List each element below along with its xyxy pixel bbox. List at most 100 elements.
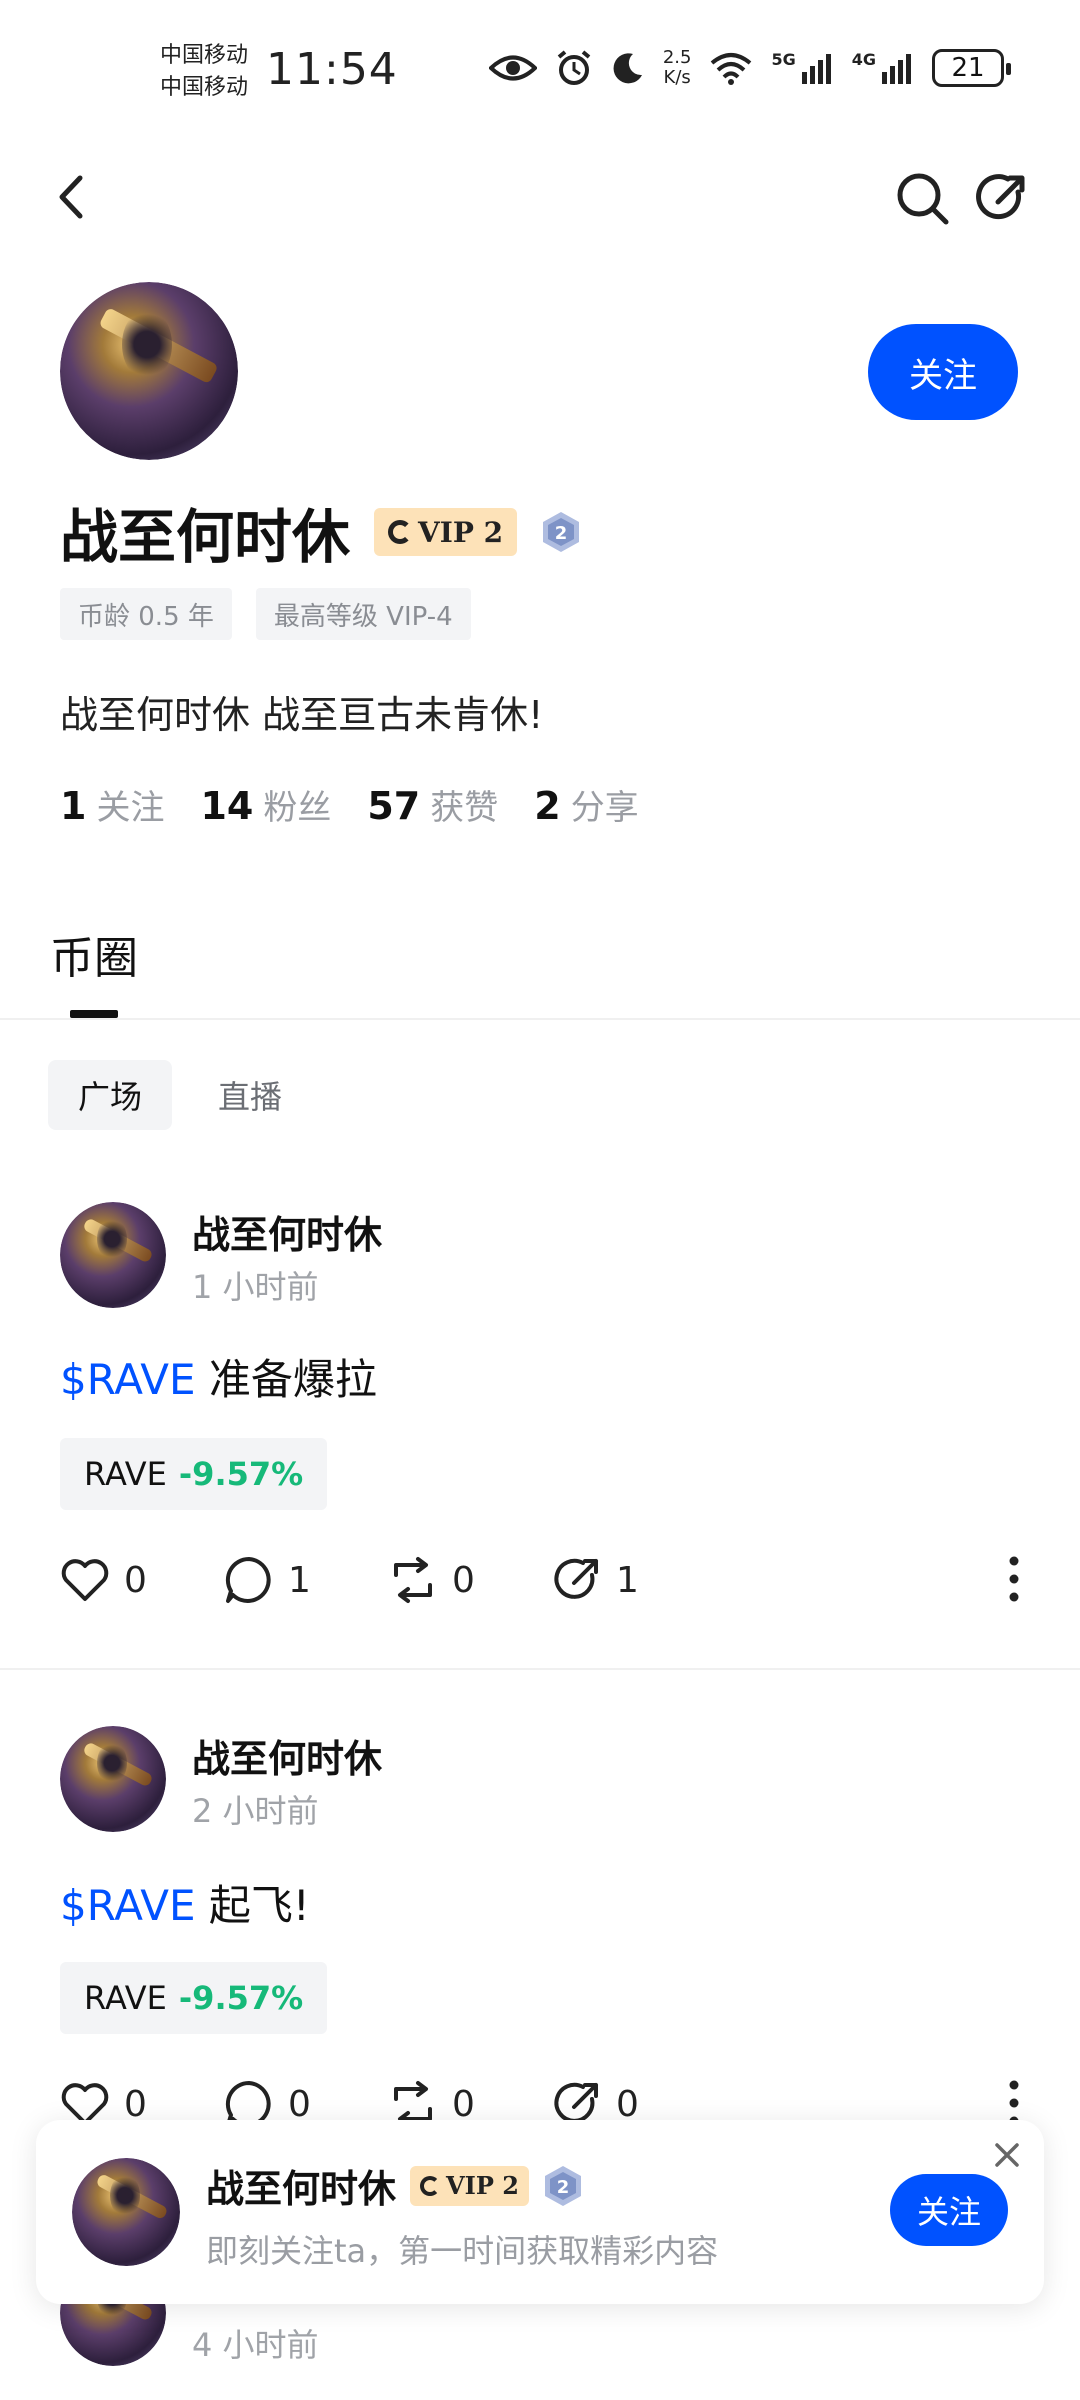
- signal-1-label: 5G: [771, 49, 796, 69]
- stat-number: 1: [60, 784, 87, 828]
- carrier-labels: 中国移动 中国移动: [160, 40, 248, 104]
- subtab-live[interactable]: 直播: [188, 1060, 312, 1130]
- follow-button[interactable]: 关注: [868, 324, 1018, 420]
- level-hexagon-icon: 2: [544, 2165, 581, 2206]
- back-arrow-icon[interactable]: [50, 170, 94, 224]
- tag-coin-age: 币龄 0.5 年: [60, 588, 232, 640]
- battery-icon: 21: [932, 49, 1011, 87]
- tab-divider: [0, 1018, 1080, 1020]
- svg-text:2: 2: [555, 523, 568, 544]
- level-hexagon-icon: 2: [543, 512, 580, 552]
- follow-prompt-subtitle: 即刻关注ta，第一时间获取精彩内容: [206, 2232, 719, 2270]
- profile-tags: 币龄 0.5 年 最高等级 VIP-4: [60, 588, 471, 640]
- comment-count: 0: [288, 2083, 311, 2125]
- heart-icon: [61, 1559, 109, 1601]
- follow-prompt-name-row: 战至何时休 VIP 2 2: [206, 2158, 583, 2213]
- follow-prompt-card: 战至何时休 VIP 2 2 即刻关注ta，第一时间获取精彩内容 关注: [36, 2120, 1044, 2304]
- ticker-change: -9.57%: [178, 1979, 304, 2017]
- stat-likes[interactable]: 57 获赞: [367, 780, 498, 829]
- like-count: 0: [124, 2083, 147, 2125]
- comment-count: 1: [288, 1559, 311, 1601]
- carrier-2: 中国移动: [160, 75, 249, 100]
- post-time: 1 小时前: [192, 1268, 319, 1306]
- avatar-image: [72, 2158, 180, 2266]
- share-icon[interactable]: [974, 170, 1030, 226]
- tab-coin-circle[interactable]: 币圈: [50, 922, 138, 986]
- net-speed-unit: K/s: [663, 67, 691, 88]
- subtabs: 广场 直播: [48, 1060, 312, 1130]
- ticker-symbol: RAVE: [84, 1979, 167, 2017]
- close-icon[interactable]: [992, 2140, 1022, 2170]
- post-time: 2 小时前: [192, 1792, 319, 1830]
- repost-count: 0: [452, 1559, 475, 1601]
- like-button[interactable]: 0: [60, 1557, 164, 1603]
- post-avatar[interactable]: [60, 1726, 166, 1832]
- vip-logo-icon: [420, 2175, 441, 2196]
- cashtag-link[interactable]: $RAVE: [60, 1355, 196, 1404]
- like-count: 0: [124, 1559, 147, 1601]
- ticker-symbol: RAVE: [84, 1455, 167, 1493]
- stat-number: 14: [200, 784, 254, 828]
- post-content[interactable]: $RAVE 起飞!: [60, 1872, 310, 1933]
- signal-2-label: 4G: [851, 49, 876, 69]
- carrier-1: 中国移动: [160, 43, 249, 68]
- post-actions: 0 1 0 1: [60, 1550, 1020, 1610]
- avatar-image: [60, 282, 238, 460]
- vip-label: VIP 2: [418, 515, 504, 549]
- cashtag-link[interactable]: $RAVE: [60, 1881, 196, 1930]
- vip-badge[interactable]: VIP 2: [374, 508, 518, 556]
- profile-name-row: 战至何时休 VIP 2 2: [60, 490, 581, 574]
- stat-shares[interactable]: 2 分享: [534, 780, 638, 829]
- post-avatar[interactable]: [60, 1202, 166, 1308]
- net-speed-value: 2.5: [662, 47, 692, 68]
- status-icons: 2.5 K/s 5G 4G 21: [488, 48, 1011, 88]
- follow-prompt-name: 战至何时休: [206, 2167, 397, 2211]
- net-speed: 2.5 K/s: [663, 48, 692, 88]
- eye-icon: [488, 55, 537, 81]
- stat-following[interactable]: 1 关注: [60, 780, 164, 829]
- post-divider: [0, 1668, 1080, 1670]
- clock: 11:54: [266, 44, 398, 95]
- moon-icon: [613, 53, 642, 84]
- share-icon: [554, 1558, 598, 1599]
- share-button[interactable]: 1: [552, 1555, 656, 1605]
- profile-avatar[interactable]: [60, 282, 238, 460]
- share-count: 1: [616, 1559, 639, 1601]
- ticker-chip[interactable]: RAVE -9.57%: [60, 1962, 328, 2034]
- repost-icon: [394, 1557, 432, 1603]
- ticker-change: -9.57%: [178, 1455, 304, 1493]
- level-badge: 2: [541, 510, 581, 554]
- signal-icon-2: [882, 54, 911, 84]
- svg-text:2: 2: [557, 2177, 570, 2198]
- post-card: 战至何时休 2 小时前 $RAVE 起飞! RAVE -9.57% 0 0 0 0: [0, 1726, 1080, 2127]
- post-content[interactable]: $RAVE 准备爆拉: [60, 1346, 377, 1407]
- vip-label: VIP 2: [446, 2171, 519, 2200]
- stat-label: 粉丝: [263, 788, 332, 828]
- stat-label: 获赞: [430, 788, 499, 828]
- stat-number: 57: [367, 784, 421, 828]
- comment-button[interactable]: 1: [224, 1555, 328, 1605]
- post-card: 战至何时休 1 小时前 $RAVE 准备爆拉 RAVE -9.57% 0 1 0 …: [0, 1200, 1080, 1670]
- stat-followers[interactable]: 14 粉丝: [200, 780, 331, 829]
- stat-number: 2: [534, 784, 561, 828]
- status-bar: 中国移动 中国移动 11:54 2.5 K/s 5G 4G 21: [0, 0, 1080, 140]
- top-nav: [0, 150, 1080, 240]
- profile-bio: 战至何时休 战至亘古未肯休!: [60, 693, 544, 737]
- post-author[interactable]: 战至何时休: [192, 1204, 382, 1259]
- subtab-square[interactable]: 广场: [48, 1060, 173, 1130]
- profile-stats: 1 关注 14 粉丝 57 获赞 2 分享: [60, 780, 639, 829]
- avatar-image: [60, 1202, 166, 1308]
- stat-label: 关注: [96, 788, 165, 828]
- repost-count: 0: [452, 2083, 475, 2125]
- post-text: 准备爆拉: [195, 1355, 377, 1404]
- more-options-icon[interactable]: [1008, 1554, 1020, 1604]
- repost-button[interactable]: 0: [388, 1555, 492, 1605]
- stat-label: 分享: [570, 788, 639, 828]
- follow-prompt-avatar[interactable]: [72, 2158, 180, 2266]
- search-icon[interactable]: [894, 170, 950, 226]
- vip-badge: VIP 2: [410, 2165, 529, 2206]
- ticker-chip[interactable]: RAVE -9.57%: [60, 1438, 328, 1510]
- profile-username: 战至何时休: [60, 503, 351, 571]
- follow-prompt-button[interactable]: 关注: [890, 2174, 1008, 2246]
- post-author[interactable]: 战至何时休: [192, 1728, 382, 1783]
